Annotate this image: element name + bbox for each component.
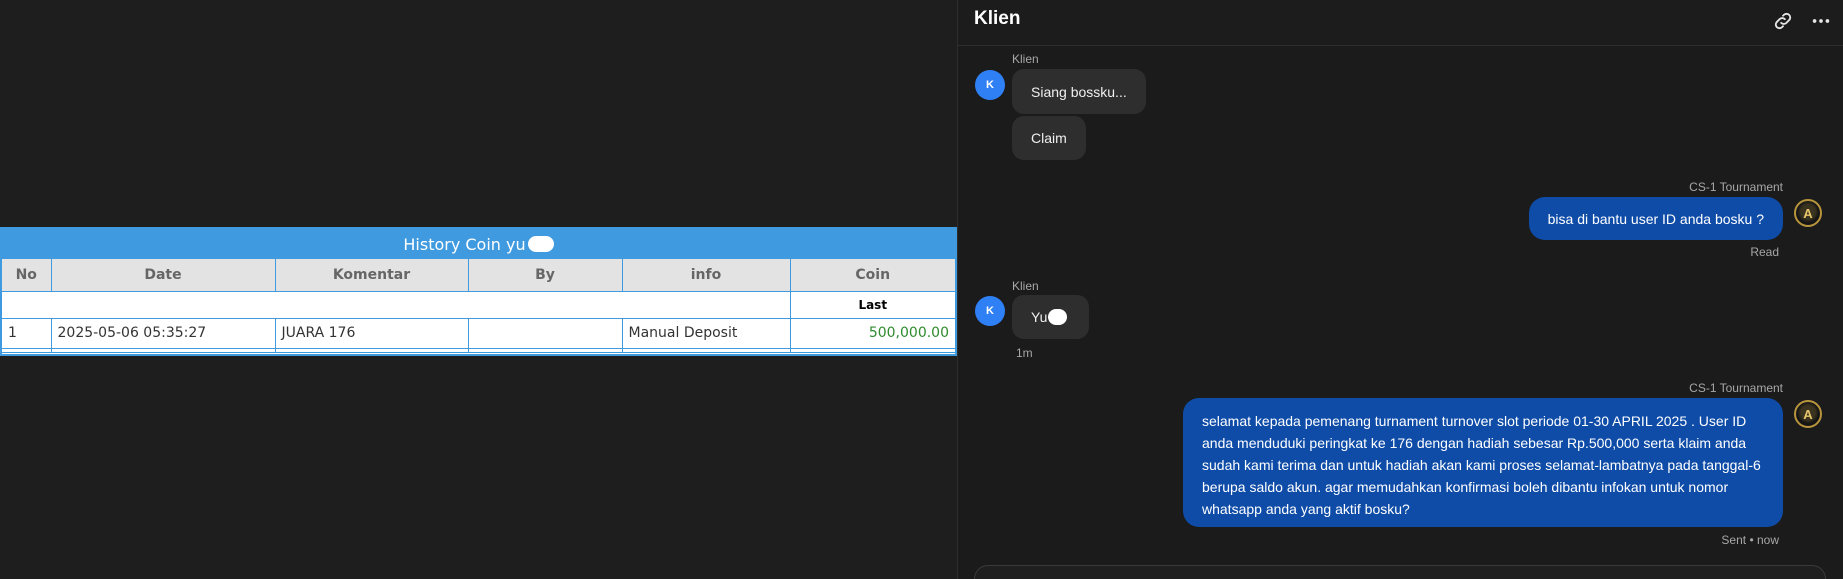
cell-no: 1	[2, 318, 52, 349]
history-coin-table: History Coin yu No Date Komentar By info…	[0, 227, 957, 356]
col-header-date[interactable]: Date	[51, 259, 276, 292]
message-bubble-incoming[interactable]: Yu	[1012, 295, 1089, 339]
table-header-row: No Date Komentar By info Coin	[2, 259, 955, 292]
sender-label-agent: CS-1 Tournament	[1689, 381, 1783, 395]
agent-avatar: A	[1794, 400, 1822, 428]
link-icon[interactable]	[1772, 10, 1794, 32]
message-bubble-incoming[interactable]: Claim	[1012, 116, 1086, 160]
sender-label-agent: CS-1 Tournament	[1689, 180, 1783, 194]
avatar: K	[975, 296, 1005, 326]
col-header-by[interactable]: By	[468, 259, 623, 292]
table-filler-row	[2, 348, 955, 353]
cell-by	[468, 318, 623, 349]
sub-header-last: Last	[789, 291, 955, 319]
chat-panel: Klien Klien K Siang bossku... Claim CS-1…	[958, 0, 1843, 579]
message-bubble-outgoing[interactable]: bisa di bantu user ID anda bosku ?	[1528, 197, 1783, 240]
message-bubble-outgoing[interactable]: selamat kepada pemenang turnament turnov…	[1183, 398, 1783, 527]
cell-komentar: JUARA 176	[275, 318, 469, 349]
read-status: Read	[1750, 245, 1779, 259]
agent-avatar: A	[1794, 199, 1822, 227]
table-sub-header-row: Last	[2, 291, 955, 319]
history-title: History Coin yu	[403, 234, 526, 254]
message-bubble-incoming[interactable]: Siang bossku...	[1012, 69, 1146, 114]
sender-label-klien: Klien	[1012, 279, 1039, 293]
redacted-name	[527, 236, 554, 252]
chat-header: Klien	[958, 0, 1843, 46]
sub-header-spacer	[2, 291, 790, 319]
col-header-coin[interactable]: Coin	[790, 259, 955, 292]
more-horizontal-icon[interactable]	[1810, 10, 1832, 32]
col-header-komentar[interactable]: Komentar	[275, 259, 469, 292]
redacted-name	[1048, 309, 1068, 325]
chat-title: Klien	[974, 8, 1021, 29]
history-grid: No Date Komentar By info Coin Last 1 202…	[2, 259, 955, 353]
message-time: 1m	[1016, 346, 1033, 360]
table-row: 1 2025-05-06 05:35:27 JUARA 176 Manual D…	[2, 318, 955, 349]
message-text: Yu	[1031, 309, 1048, 325]
sent-status: Sent • now	[1721, 533, 1779, 547]
sender-label-klien: Klien	[1012, 52, 1039, 66]
cell-date: 2025-05-06 05:35:27	[51, 318, 276, 349]
cell-info: Manual Deposit	[622, 318, 791, 349]
message-input[interactable]	[974, 565, 1826, 579]
col-header-no[interactable]: No	[2, 259, 52, 292]
history-title-bar: History Coin yu	[2, 229, 955, 259]
col-header-info[interactable]: info	[622, 259, 791, 292]
avatar: K	[975, 70, 1005, 100]
cell-coin: 500,000.00	[790, 318, 955, 349]
